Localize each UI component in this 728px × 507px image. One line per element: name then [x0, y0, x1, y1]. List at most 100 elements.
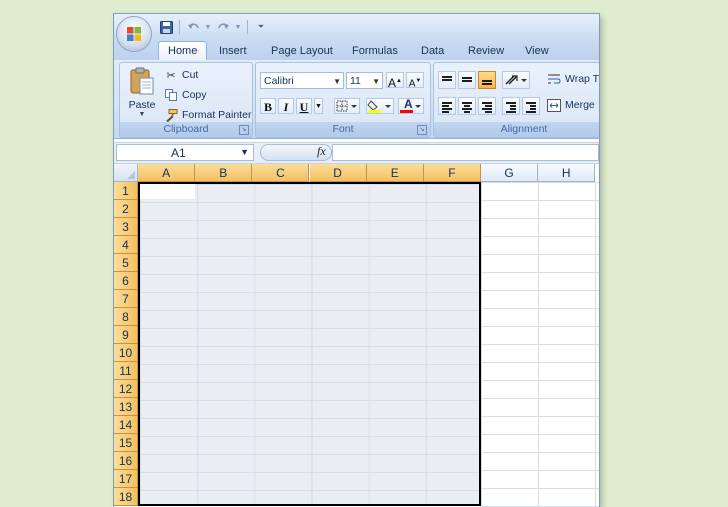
align-right-button[interactable] — [478, 97, 496, 115]
borders-button[interactable] — [334, 98, 360, 114]
active-cell-a1[interactable] — [140, 184, 195, 199]
tab-home[interactable]: Home — [158, 41, 208, 61]
bold-button[interactable]: B — [260, 98, 276, 114]
tab-view[interactable]: View — [521, 42, 553, 60]
row-header-9[interactable]: 9 — [114, 326, 138, 344]
clipboard-dialog-launcher-icon[interactable]: ↘ — [239, 125, 249, 135]
row-header-18[interactable]: 18 — [114, 488, 138, 506]
shrink-font-button[interactable]: A▼ — [406, 72, 424, 89]
row-header-10[interactable]: 10 — [114, 344, 138, 362]
unselected-cells[interactable] — [481, 182, 599, 507]
fill-color-icon — [367, 100, 391, 113]
orientation-button[interactable] — [502, 71, 530, 89]
italic-button[interactable]: I — [278, 98, 294, 114]
office-button[interactable] — [117, 17, 151, 51]
top-align-button[interactable] — [438, 71, 456, 89]
row-header-5[interactable]: 5 — [114, 254, 138, 272]
column-header-f[interactable]: F — [423, 164, 481, 182]
wrap-text-button[interactable]: Wrap T — [547, 71, 599, 87]
decrease-indent-button[interactable] — [502, 97, 520, 115]
underline-dropdown-icon[interactable]: ▼ — [314, 98, 323, 114]
column-header-d[interactable]: D — [309, 164, 367, 182]
column-header-g[interactable]: G — [481, 164, 539, 182]
copy-button[interactable]: Copy — [164, 87, 207, 103]
font-dialog-launcher-icon[interactable]: ↘ — [417, 125, 427, 135]
format-painter-icon — [164, 108, 178, 122]
toolbar-separator — [247, 20, 248, 34]
chevron-down-icon: ▼ — [333, 77, 341, 86]
wrap-text-label: Wrap T — [565, 73, 599, 85]
row-header-16[interactable]: 16 — [114, 452, 138, 470]
cut-button[interactable]: ✂ Cut — [164, 67, 198, 83]
name-box[interactable]: A1 ▼ — [116, 144, 254, 161]
tab-page-layout[interactable]: Page Layout — [267, 42, 337, 60]
format-painter-label: Format Painter — [182, 109, 252, 121]
row-header-8[interactable]: 8 — [114, 308, 138, 326]
grow-font-button[interactable]: A▲ — [386, 72, 404, 90]
insert-function-icon[interactable]: fx — [317, 144, 326, 159]
clipboard-group: Paste ▼ ✂ Cut Copy Format Painter Clipbo… — [119, 62, 253, 138]
clipboard-group-label: Clipboard — [120, 122, 252, 137]
copy-icon — [164, 88, 178, 102]
copy-label: Copy — [182, 89, 207, 101]
bottom-align-button[interactable] — [478, 71, 496, 89]
column-header-e[interactable]: E — [366, 164, 424, 182]
alignment-group-label: Alignment — [434, 122, 599, 137]
excel-window: ▼ ▼ ⏷ Home Insert Page Layout Formulas D… — [114, 14, 599, 507]
center-button[interactable] — [458, 97, 476, 115]
title-bar: ▼ ▼ ⏷ — [114, 14, 599, 40]
column-header-c[interactable]: C — [252, 164, 310, 182]
column-header-a[interactable]: A — [138, 164, 196, 182]
customize-icon[interactable]: ⏷ — [253, 19, 269, 35]
borders-icon — [336, 100, 357, 112]
tab-data[interactable]: Data — [417, 42, 448, 60]
save-icon[interactable] — [158, 19, 174, 35]
paste-button[interactable]: Paste ▼ — [126, 67, 158, 119]
paste-dropdown-icon[interactable]: ▼ — [126, 111, 158, 118]
row-header-2[interactable]: 2 — [114, 200, 138, 218]
underline-button[interactable]: U — [296, 98, 312, 114]
row-header-1[interactable]: 1 — [114, 182, 138, 200]
tab-review[interactable]: Review — [464, 42, 508, 60]
redo-icon[interactable] — [215, 19, 231, 35]
tab-insert[interactable]: Insert — [215, 42, 251, 60]
wrap-text-icon — [547, 72, 561, 86]
name-box-value: A1 — [171, 146, 186, 160]
row-header-7[interactable]: 7 — [114, 290, 138, 308]
redo-dropdown-icon[interactable]: ▼ — [234, 19, 242, 35]
fill-color-button[interactable] — [366, 98, 394, 114]
column-header-h[interactable]: H — [538, 164, 596, 182]
row-header-4[interactable]: 4 — [114, 236, 138, 254]
row-header-12[interactable]: 12 — [114, 380, 138, 398]
select-all-button[interactable] — [114, 164, 138, 182]
middle-align-button[interactable] — [458, 71, 476, 89]
row-header-3[interactable]: 3 — [114, 218, 138, 236]
chevron-down-icon: ▼ — [240, 147, 249, 157]
column-header-b[interactable]: B — [195, 164, 253, 182]
undo-icon[interactable] — [185, 19, 201, 35]
increase-indent-button[interactable] — [522, 97, 540, 115]
formula-input[interactable] — [332, 144, 599, 161]
row-header-15[interactable]: 15 — [114, 434, 138, 452]
toolbar-separator — [179, 20, 180, 34]
align-left-button[interactable] — [438, 97, 456, 115]
align-left-icon — [442, 102, 452, 114]
font-size-combo[interactable]: 11 ▼ — [346, 72, 383, 89]
row-header-13[interactable]: 13 — [114, 398, 138, 416]
row-header-11[interactable]: 11 — [114, 362, 138, 380]
undo-dropdown-icon[interactable]: ▼ — [204, 19, 212, 35]
row-header-17[interactable]: 17 — [114, 470, 138, 488]
tab-formulas[interactable]: Formulas — [348, 42, 402, 60]
font-color-button[interactable]: A — [398, 97, 424, 114]
merge-icon — [547, 98, 561, 112]
row-header-6[interactable]: 6 — [114, 272, 138, 290]
merge-button[interactable]: Merge — [547, 97, 595, 113]
formula-bar: A1 ▼ fx — [114, 142, 599, 164]
selected-range[interactable] — [138, 182, 481, 506]
row-header-14[interactable]: 14 — [114, 416, 138, 434]
alignment-group: Wrap T Merge Alignment — [433, 62, 599, 138]
font-name-combo[interactable]: Calibri ▼ — [260, 72, 344, 89]
quick-access-toolbar: ▼ ▼ ⏷ — [158, 18, 269, 36]
ribbon: Paste ▼ ✂ Cut Copy Format Painter Clipbo… — [114, 60, 599, 139]
format-painter-button[interactable]: Format Painter — [164, 107, 251, 123]
